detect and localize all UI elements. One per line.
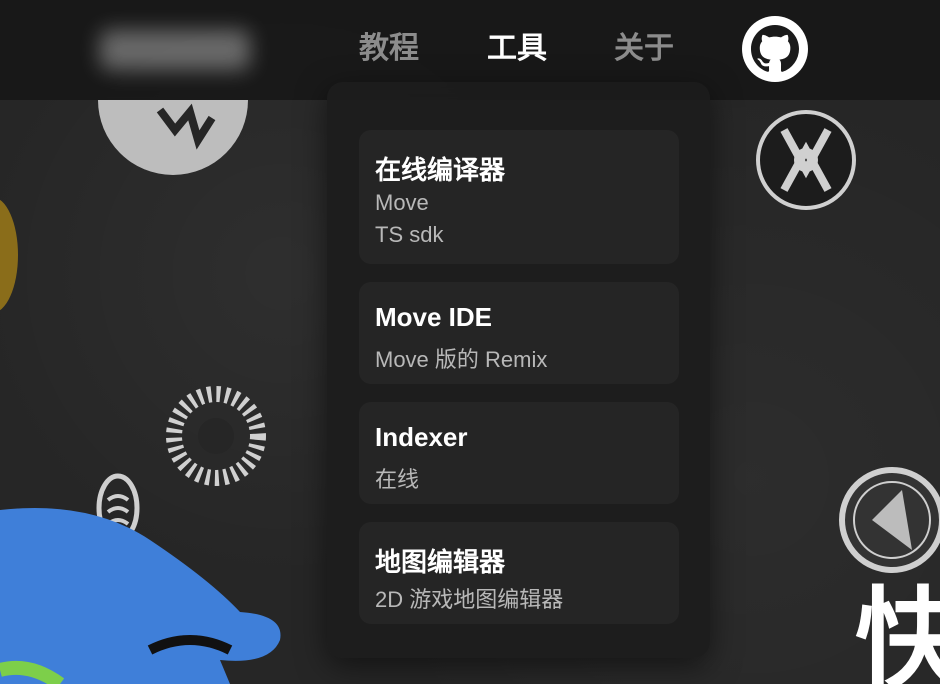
menu-item-subtitle: 在线 <box>375 467 420 492</box>
menu-item-move-ide[interactable]: Move IDE Move 版的 Remix <box>359 282 679 384</box>
github-icon <box>751 25 799 72</box>
right-lower-badge <box>839 467 940 573</box>
menu-item-map-editor[interactable]: 地图编辑器 2D 游戏地图编辑器 <box>359 522 679 624</box>
menu-item-subtitle: Move <box>375 190 429 215</box>
menu-item-subtitle: 2D 游戏地图编辑器 <box>375 587 564 612</box>
menu-item-title: 在线编译器 <box>375 155 506 185</box>
menu-item-indexer[interactable]: Indexer 在线 <box>359 402 679 504</box>
badge-half-circle <box>98 100 248 175</box>
nav-tools[interactable]: 工具 <box>487 30 547 68</box>
nav-tutorials[interactable]: 教程 <box>359 30 419 68</box>
hero-heading-fragment: 快 <box>855 576 940 684</box>
yellow-shape <box>0 199 18 311</box>
menu-item-online-compiler[interactable]: 在线编译器 Move TS sdk <box>359 130 679 264</box>
github-link[interactable] <box>742 16 808 82</box>
sun-wheel-emblem <box>166 386 266 486</box>
nav-about[interactable]: 关于 <box>614 30 674 68</box>
menu-item-subtitle: TS sdk <box>375 222 444 247</box>
menu-item-title: Move IDE <box>375 302 493 332</box>
page: 教程 工具 关于 在线编译器 Move TS sdk Move IDE Move… <box>0 0 940 684</box>
menu-item-title: 地图编辑器 <box>375 547 506 577</box>
blue-mascot-shape <box>0 508 281 684</box>
menu-item-subtitle: Move 版的 Remix <box>375 347 548 372</box>
menu-item-title: Indexer <box>375 422 468 452</box>
site-logo[interactable] <box>100 30 250 70</box>
right-top-badge <box>756 110 856 210</box>
tools-dropdown: 在线编译器 Move TS sdk Move IDE Move 版的 Remix… <box>327 82 710 658</box>
